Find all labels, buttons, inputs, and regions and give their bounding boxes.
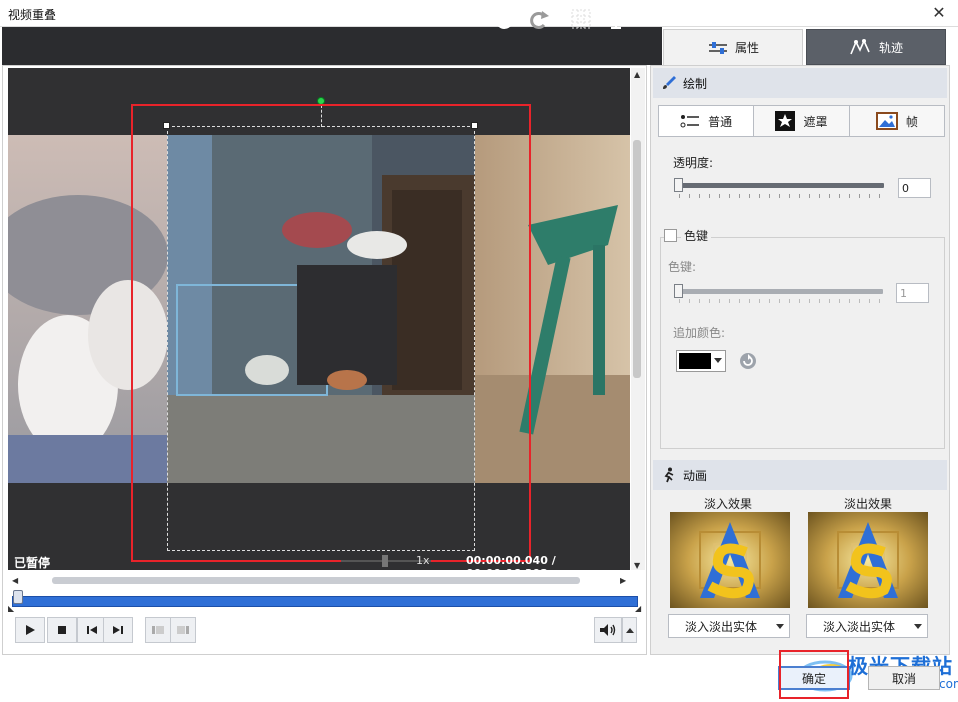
chevron-up-icon bbox=[625, 628, 634, 633]
chroma-key-group bbox=[660, 237, 945, 449]
draw-mode-tabs: 普通 遮罩 帧 bbox=[658, 105, 945, 137]
properties-icon bbox=[708, 41, 727, 54]
mark-in-button[interactable] bbox=[145, 617, 171, 643]
mark-out-button[interactable] bbox=[170, 617, 196, 643]
mark-out-icon bbox=[177, 626, 189, 634]
play-button[interactable] bbox=[15, 617, 45, 643]
chevron-down-icon bbox=[776, 624, 784, 629]
opacity-input[interactable]: 0 bbox=[898, 178, 931, 198]
color-swatch bbox=[679, 353, 711, 369]
opacity-label: 透明度: bbox=[673, 156, 714, 170]
timeline-bar[interactable] bbox=[12, 596, 638, 607]
title-bar: 视频重叠 ✕ bbox=[0, 0, 958, 27]
fade-out-select-value: 淡入淡出实体 bbox=[823, 619, 896, 634]
chroma-key-input[interactable]: 1 bbox=[896, 283, 929, 303]
mode-frame-label: 帧 bbox=[905, 114, 918, 129]
stop-button[interactable] bbox=[47, 617, 77, 643]
mode-normal-label: 普通 bbox=[708, 114, 733, 129]
stop-icon bbox=[58, 626, 66, 634]
speaker-icon bbox=[600, 624, 616, 636]
add-color-label: 追加颜色: bbox=[673, 326, 726, 340]
star-icon bbox=[775, 111, 796, 131]
window-title: 视频重叠 bbox=[8, 8, 57, 22]
tab-properties-label: 属性 bbox=[734, 41, 759, 55]
fade-in-select-value: 淡入淡出实体 bbox=[685, 619, 758, 634]
vertical-scrollbar-thumb[interactable] bbox=[633, 140, 641, 378]
mode-mask-label: 遮罩 bbox=[803, 114, 828, 129]
chroma-key-checkbox[interactable] bbox=[664, 229, 677, 242]
skip-back-icon bbox=[87, 626, 97, 634]
fade-out-label: 淡出效果 bbox=[843, 497, 892, 511]
volume-button[interactable] bbox=[594, 617, 622, 643]
opacity-slider-thumb[interactable] bbox=[674, 178, 683, 192]
tab-track-label: 轨迹 bbox=[878, 40, 903, 55]
mode-normal-tab[interactable]: 普通 bbox=[659, 106, 755, 136]
undo-icon[interactable] bbox=[492, 6, 518, 32]
redo-icon[interactable] bbox=[525, 6, 551, 32]
play-icon bbox=[26, 625, 35, 635]
highlight-box bbox=[131, 104, 531, 562]
track-icon bbox=[850, 39, 870, 55]
mode-frame-tab[interactable]: 帧 bbox=[849, 106, 944, 136]
chroma-key-checkbox-label: 色键 bbox=[681, 227, 712, 244]
preview-status-bar: 已暂停 1x 00:00:00.040 / 00:00:06.303 bbox=[8, 552, 630, 580]
timeline-playhead[interactable] bbox=[13, 590, 23, 604]
brush-icon bbox=[663, 76, 676, 89]
scroll-up-icon[interactable]: ▲ bbox=[634, 70, 640, 79]
preview-toolbar bbox=[2, 27, 662, 65]
scroll-right-icon[interactable]: ▶ bbox=[620, 576, 626, 585]
volume-menu-button[interactable] bbox=[622, 617, 637, 643]
tab-properties[interactable]: 属性 bbox=[663, 29, 803, 65]
cancel-button[interactable]: 取消 bbox=[868, 666, 940, 690]
monitor-icon[interactable] bbox=[603, 6, 629, 32]
animation-section-header[interactable]: 动画 bbox=[653, 460, 947, 490]
animation-section-title: 动画 bbox=[683, 468, 708, 483]
skip-forward-icon bbox=[113, 626, 123, 634]
draw-section-header[interactable]: 绘制 bbox=[653, 68, 947, 98]
chevron-down-icon bbox=[914, 624, 922, 629]
tab-track[interactable]: 轨迹 bbox=[806, 29, 946, 65]
list-icon bbox=[680, 115, 700, 128]
chroma-key-slider[interactable] bbox=[677, 289, 883, 294]
fade-out-select[interactable]: 淡入淡出实体 bbox=[806, 614, 928, 638]
next-frame-button[interactable] bbox=[103, 617, 133, 643]
timeline-start-icon: ◣ bbox=[8, 604, 15, 613]
fade-in-preview[interactable] bbox=[670, 512, 790, 608]
picture-frame-icon bbox=[875, 112, 898, 130]
chevron-down-icon bbox=[714, 358, 722, 363]
draw-section-title: 绘制 bbox=[683, 76, 708, 91]
timeline-end-icon: ◢ bbox=[635, 604, 642, 613]
mode-mask-tab[interactable]: 遮罩 bbox=[754, 106, 850, 136]
speed-slider-thumb[interactable] bbox=[382, 555, 388, 567]
highlight-box bbox=[779, 650, 849, 699]
opacity-slider[interactable] bbox=[677, 183, 884, 188]
chroma-key-slider-thumb[interactable] bbox=[674, 284, 683, 298]
chevron-down-icon[interactable] bbox=[631, 6, 643, 32]
horizontal-scrollbar-thumb[interactable] bbox=[52, 577, 580, 584]
opacity-ticks bbox=[679, 194, 884, 198]
playback-status: 已暂停 bbox=[14, 556, 51, 570]
fade-out-preview[interactable] bbox=[808, 512, 928, 608]
running-figure-icon bbox=[664, 467, 674, 483]
grid-icon[interactable] bbox=[568, 6, 594, 32]
speed-value: 1x bbox=[416, 554, 430, 567]
mark-in-icon bbox=[152, 626, 164, 634]
scroll-down-icon[interactable]: ▼ bbox=[634, 561, 640, 570]
fade-in-select[interactable]: 淡入淡出实体 bbox=[668, 614, 790, 638]
chroma-key-label: 色键: bbox=[668, 260, 697, 274]
chroma-key-ticks bbox=[679, 299, 883, 303]
reset-icon[interactable] bbox=[739, 352, 757, 370]
scroll-left-icon[interactable]: ◀ bbox=[12, 576, 18, 585]
close-button[interactable]: ✕ bbox=[928, 2, 950, 24]
fade-in-label: 淡入效果 bbox=[703, 497, 752, 511]
